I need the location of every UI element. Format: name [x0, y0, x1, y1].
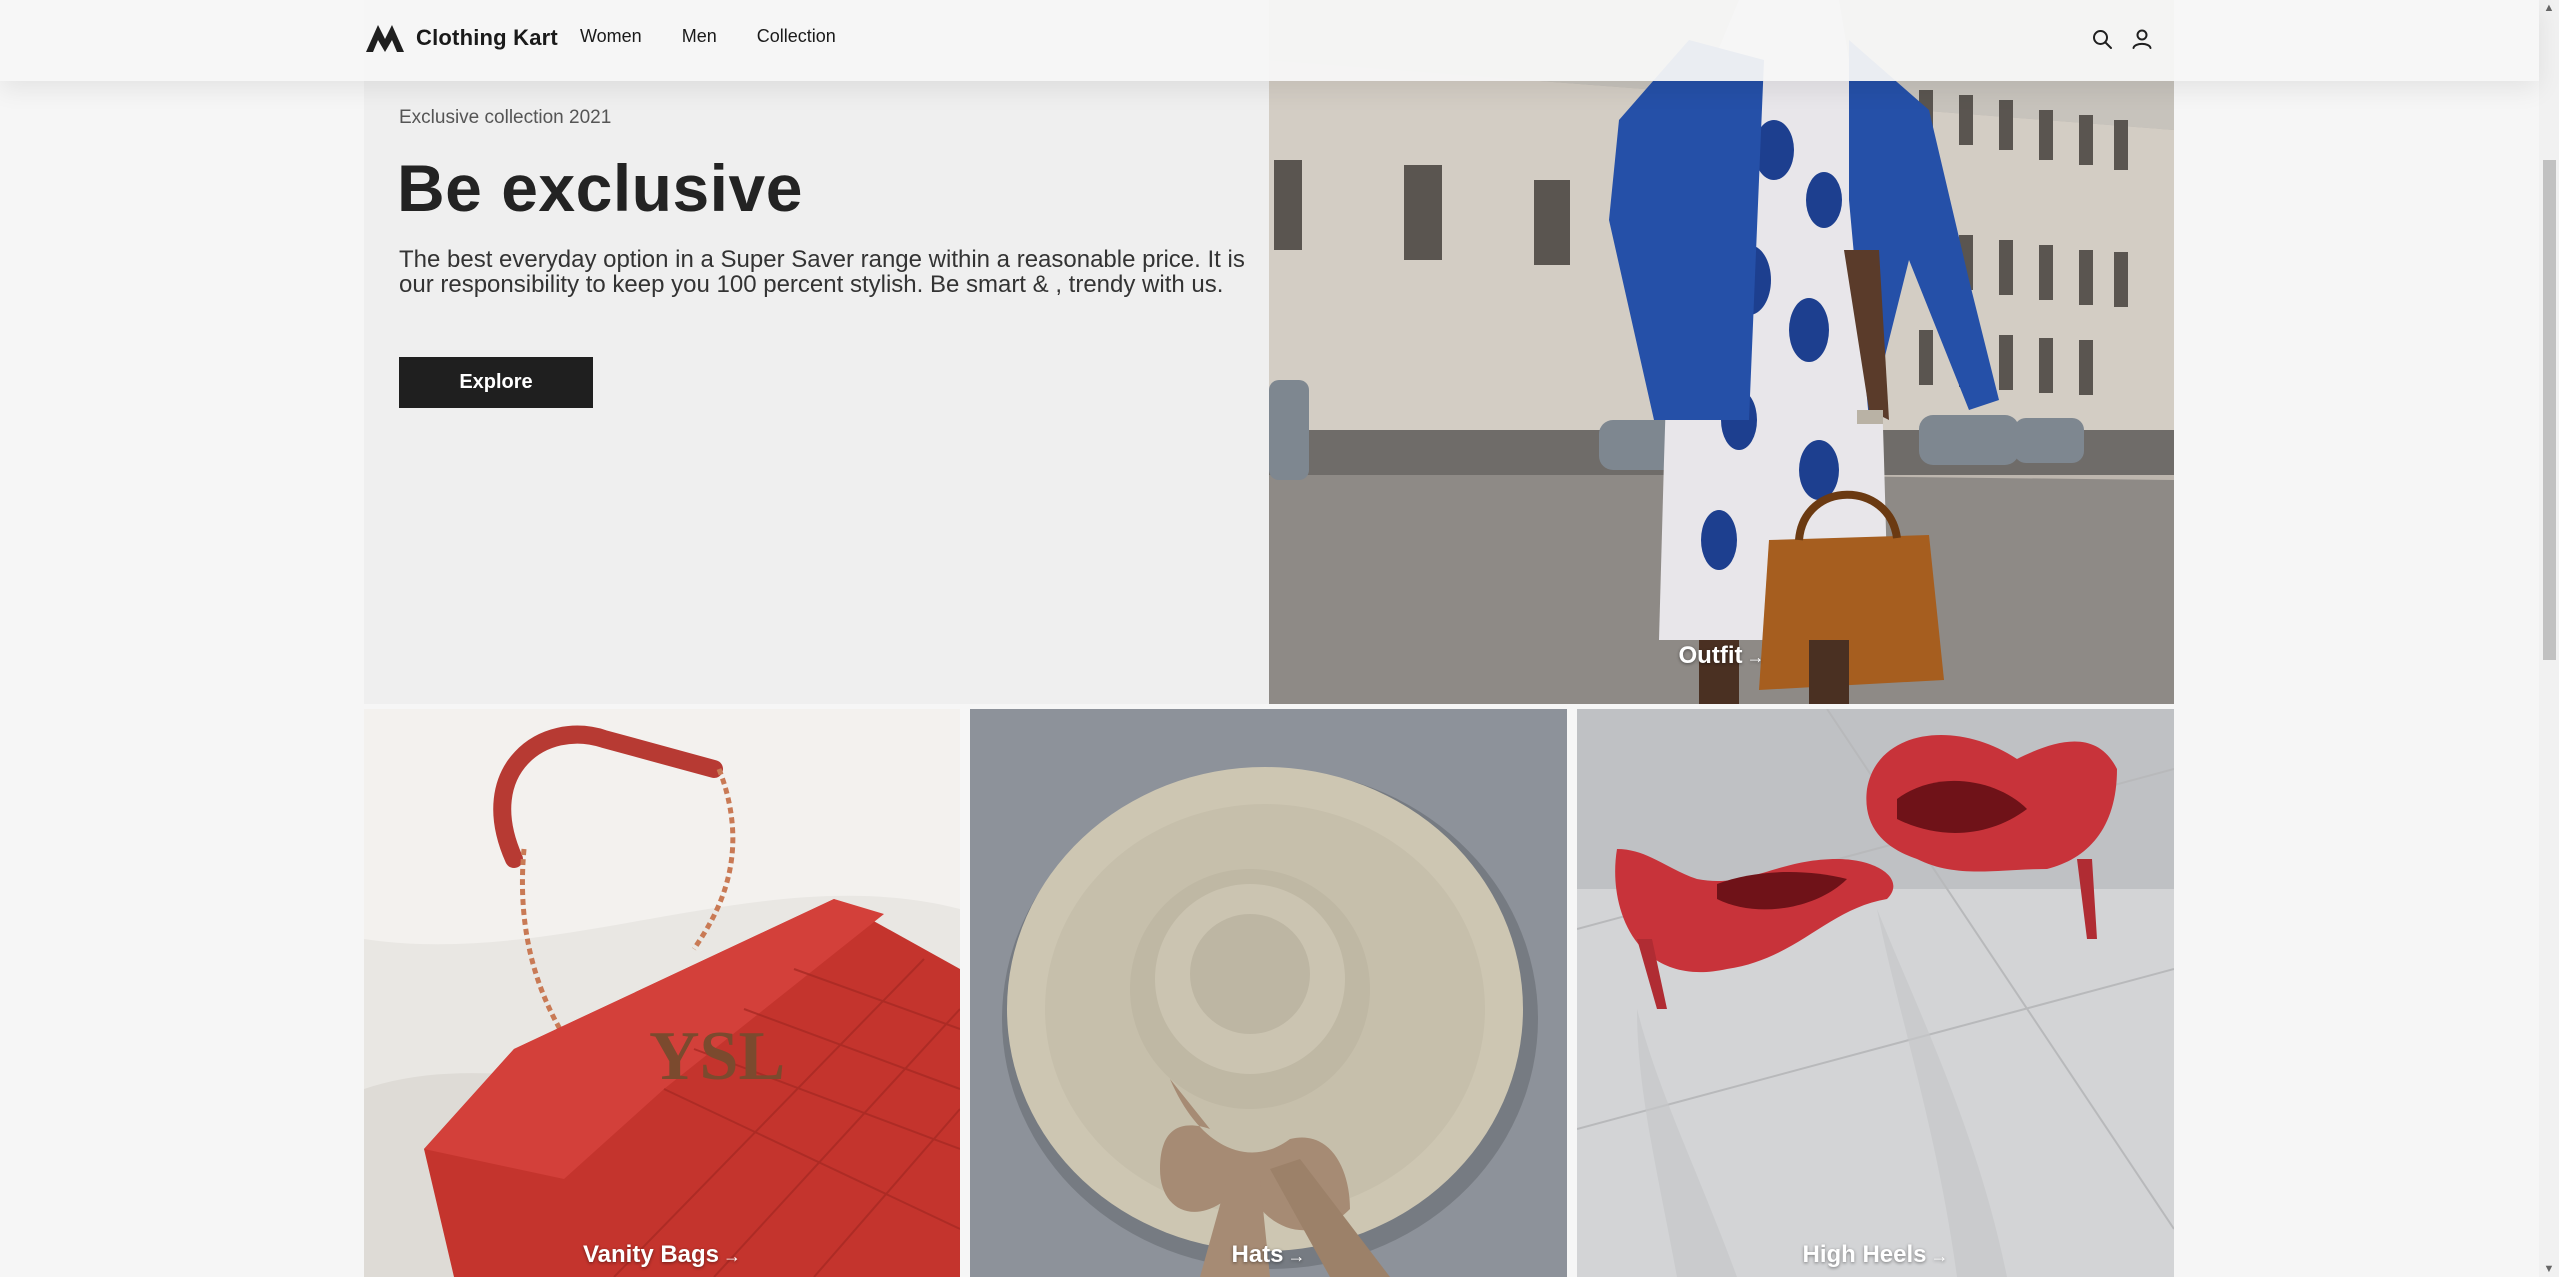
vanity-bags-label-text: Vanity Bags — [582, 1241, 720, 1268]
brand-logo[interactable]: Clothing Kart — [364, 22, 558, 54]
category-outfit-card[interactable]: Outfit → — [1269, 0, 2174, 704]
hero-panel: Exclusive collection 2021 Be exclusive T… — [364, 0, 1269, 704]
nav-collection[interactable]: Collection — [757, 26, 836, 47]
outfit-label-text: Outfit — [1678, 642, 1743, 669]
arrow-right-icon: → — [1746, 647, 1765, 667]
main-nav: Women Men Collection — [580, 26, 876, 47]
page-scrollbar[interactable]: ▲ ▼ — [2539, 0, 2559, 1277]
arrow-right-icon: → — [1287, 1246, 1306, 1266]
m-logo-icon — [366, 25, 404, 52]
hats-label: Hats → — [970, 1241, 1567, 1269]
outfit-label: Outfit → — [1269, 642, 2174, 670]
nav-women[interactable]: Women — [580, 26, 642, 47]
hero-eyebrow: Exclusive collection 2021 — [399, 107, 612, 128]
site-header: Clothing Kart Women Men Collection — [0, 0, 2539, 81]
header-actions — [2090, 27, 2170, 51]
scroll-down-icon[interactable]: ▼ — [2539, 1261, 2559, 1277]
category-hats-card[interactable]: Hats → — [970, 709, 1567, 1277]
hero-description: The best everyday option in a Super Save… — [399, 246, 1245, 298]
outfit-photo — [1269, 0, 2174, 704]
arrow-right-icon: → — [723, 1246, 742, 1266]
category-high-heels-card[interactable]: High Heels → — [1577, 709, 2174, 1277]
brand-name: Clothing Kart — [416, 25, 558, 50]
hero-title: Be exclusive — [397, 151, 803, 225]
svg-text:YSL: YSL — [649, 1018, 785, 1095]
search-icon[interactable] — [2090, 27, 2114, 51]
vanity-bag-photo: YSL — [364, 709, 960, 1277]
high-heels-photo — [1577, 709, 2174, 1277]
arrow-right-icon: → — [1930, 1246, 1949, 1266]
high-heels-label-text: High Heels — [1802, 1241, 1927, 1268]
nav-men[interactable]: Men — [682, 26, 717, 47]
high-heels-label: High Heels → — [1577, 1241, 2174, 1269]
category-vanity-bags-card[interactable]: YSL Vanity Bags → — [364, 709, 960, 1277]
user-icon[interactable] — [2130, 27, 2154, 51]
hats-label-text: Hats — [1231, 1241, 1284, 1268]
hat-photo — [970, 709, 1567, 1277]
scroll-up-icon[interactable]: ▲ — [2539, 0, 2559, 16]
scroll-thumb[interactable] — [2543, 160, 2556, 660]
explore-button[interactable]: Explore — [399, 357, 593, 408]
vanity-bags-label: Vanity Bags → — [364, 1241, 960, 1269]
